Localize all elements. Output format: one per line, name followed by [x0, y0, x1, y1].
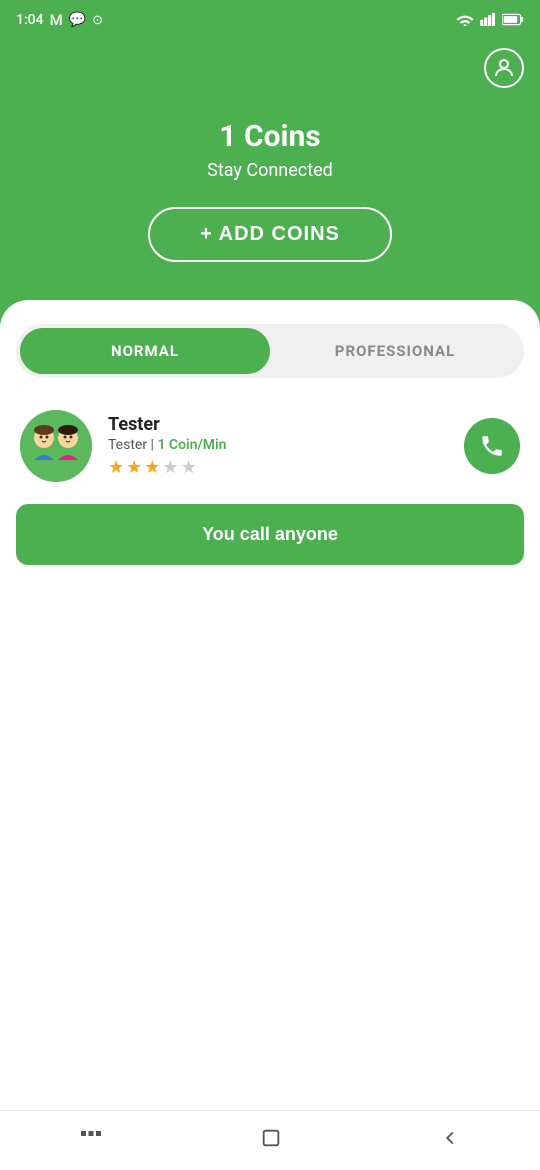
contact-info: Tester Tester | 1 Coin/Min ★ ★ ★ ★ ★: [108, 414, 448, 478]
tabs-container: NORMAL PROFESSIONAL: [16, 324, 524, 378]
add-coins-button[interactable]: + ADD COINS: [148, 207, 392, 262]
profile-icon-button[interactable]: [484, 48, 524, 88]
star-4: ★: [162, 457, 178, 478]
menu-nav-icon[interactable]: [79, 1126, 103, 1156]
coin-rate: 1 Coin/Min: [157, 437, 226, 453]
star-rating: ★ ★ ★ ★ ★: [108, 457, 448, 478]
contact-row: Tester Tester | 1 Coin/Min ★ ★ ★ ★ ★: [16, 398, 524, 494]
instagram-icon: ⊙: [92, 13, 103, 28]
coins-title: 1 Coins: [219, 119, 320, 154]
tab-normal[interactable]: NORMAL: [20, 328, 270, 374]
star-1: ★: [108, 457, 124, 478]
status-bar-right: [456, 11, 524, 30]
contact-name: Tester: [108, 414, 448, 435]
gmail-icon: M: [50, 11, 63, 29]
coins-subtitle: Stay Connected: [207, 160, 333, 181]
status-bar-left: 1:04 M 💬 ⊙: [16, 11, 103, 29]
star-5: ★: [181, 457, 197, 478]
signal-icon: [480, 11, 496, 30]
wifi-icon: [456, 11, 474, 30]
chat-icon: 💬: [69, 12, 86, 28]
star-2: ★: [126, 457, 142, 478]
header-section: 1 Coins Stay Connected + ADD COINS: [0, 0, 540, 330]
battery-icon: [502, 11, 524, 30]
avatar-image: [20, 410, 92, 482]
main-card: NORMAL PROFESSIONAL: [0, 300, 540, 1110]
status-bar: 1:04 M 💬 ⊙: [0, 0, 540, 40]
call-anyone-button[interactable]: You call anyone: [16, 504, 524, 565]
time-display: 1:04: [16, 12, 44, 28]
home-nav-icon[interactable]: [260, 1127, 282, 1155]
bottom-nav: [0, 1110, 540, 1170]
star-3: ★: [144, 457, 160, 478]
contact-meta: Tester | 1 Coin/Min: [108, 437, 448, 453]
tab-professional[interactable]: PROFESSIONAL: [270, 328, 520, 374]
call-button[interactable]: [464, 418, 520, 474]
avatar: [20, 410, 92, 482]
back-nav-icon[interactable]: [439, 1127, 461, 1155]
